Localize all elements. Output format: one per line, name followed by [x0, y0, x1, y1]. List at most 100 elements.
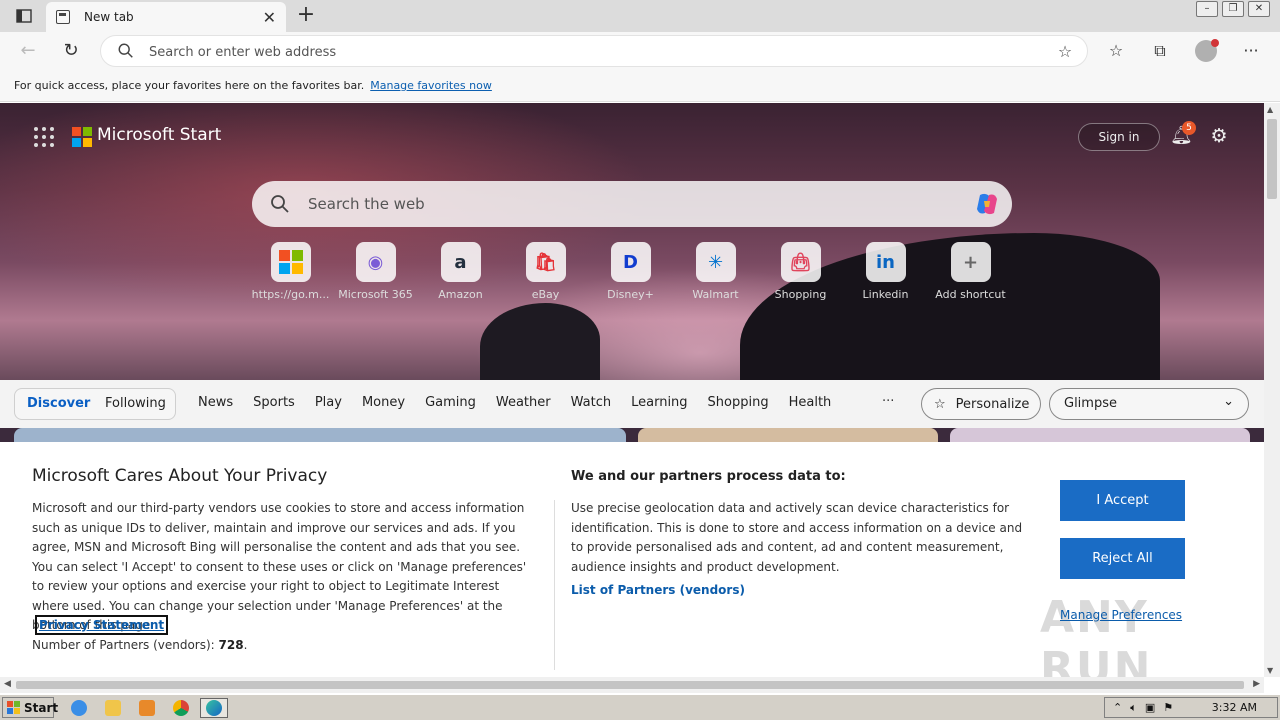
scroll-down-arrow-icon[interactable]: ▼ [1267, 666, 1273, 675]
layout-select[interactable]: Glimpse ⌄ [1049, 388, 1249, 420]
shortcut-label: Add shortcut [935, 288, 1006, 301]
partners-list-link[interactable]: List of Partners (vendors) [571, 583, 745, 597]
shortcut-tile[interactable]: a Amazon [418, 242, 503, 312]
watermark: ANY RUN [1040, 592, 1153, 677]
sign-in-button[interactable]: Sign in [1078, 123, 1160, 151]
m365-icon: ◉ [355, 242, 396, 282]
shortcut-tile[interactable]: + Add shortcut [928, 242, 1013, 312]
edge-taskbar-button[interactable] [200, 698, 228, 718]
clock[interactable]: 3:32 AM [1212, 701, 1257, 714]
refresh-button[interactable]: ↻ [58, 38, 84, 64]
media-player-icon[interactable] [136, 698, 158, 718]
tab-actions-button[interactable] [8, 4, 40, 28]
horizontal-scrollbar[interactable]: ◀ ▶ [0, 677, 1264, 693]
privacy-statement-link[interactable]: Privacy Statement [35, 615, 169, 635]
volume-icon[interactable]: 🔈︎ [1130, 701, 1137, 715]
scrollbar-thumb[interactable] [1267, 119, 1277, 199]
shortcut-label: Walmart [692, 288, 739, 301]
address-bar[interactable]: ☆ [100, 35, 1088, 67]
collections-icon[interactable]: ⧉ [1147, 38, 1173, 64]
minimize-button[interactable]: – [1196, 1, 1218, 17]
manage-preferences-link[interactable]: Manage Preferences [1060, 608, 1182, 622]
shortcut-label: Microsoft 365 [338, 288, 413, 301]
shortcut-tile[interactable]: D Disney+ [588, 242, 673, 312]
back-button[interactable]: ← [15, 38, 41, 64]
shortcut-label: Linkedin [862, 288, 909, 301]
category-tab[interactable]: Watch [571, 395, 611, 410]
tab-following[interactable]: Following [105, 396, 166, 411]
shortcut-tile[interactable]: https://go.m... [248, 242, 333, 312]
shopping-bag-icon: 👜︎ [780, 242, 821, 282]
vertical-scrollbar[interactable]: ▲ ▼ [1264, 103, 1280, 677]
start-button[interactable]: Start [2, 697, 58, 718]
more-categories-button[interactable]: ··· [882, 394, 894, 409]
partners-count-line: Number of Partners (vendors): 728. [32, 638, 247, 652]
scroll-left-arrow-icon[interactable]: ◀ [4, 679, 11, 689]
close-window-button[interactable]: ✕ [1248, 1, 1270, 17]
reject-all-button[interactable]: Reject All [1060, 538, 1185, 579]
shortcut-tile[interactable]: in Linkedin [843, 242, 928, 312]
layout-select-value: Glimpse [1064, 396, 1117, 411]
app-launcher-icon[interactable] [34, 127, 54, 147]
internet-explorer-icon[interactable] [68, 698, 90, 718]
web-search-input[interactable] [308, 193, 908, 215]
scroll-up-arrow-icon[interactable]: ▲ [1267, 105, 1273, 114]
category-tab[interactable]: Sports [253, 395, 295, 410]
purposes-title: We and our partners process data to: [571, 469, 846, 484]
category-tab[interactable]: Play [315, 395, 342, 410]
web-search-box[interactable] [252, 181, 1012, 227]
network-icon[interactable]: ▣ [1145, 701, 1155, 714]
shortcut-tile[interactable]: 👜︎ Shopping [758, 242, 843, 312]
category-tab[interactable]: Shopping [708, 395, 769, 410]
category-tab[interactable]: Weather [496, 395, 551, 410]
tab-actions-icon [16, 9, 32, 23]
favorites-hint: For quick access, place your favorites h… [14, 79, 365, 92]
walmart-icon: ✳ [695, 242, 736, 282]
shortcut-label: Shopping [774, 288, 827, 301]
add-favorite-icon[interactable]: ☆ [1055, 42, 1075, 62]
accept-button[interactable]: I Accept [1060, 480, 1185, 521]
shortcut-tile[interactable]: ✳ Walmart [673, 242, 758, 312]
feed-mode-switch: Discover Following [14, 388, 176, 420]
tab-strip: New tab ✕ + – ❐ ✕ [0, 0, 1280, 32]
taskbar: Start ⌃ 🔈︎ ▣ ⚑ 3:32 AM [0, 694, 1280, 720]
address-input[interactable] [149, 42, 1029, 62]
partners-count-value: 728 [218, 638, 244, 652]
file-explorer-icon[interactable] [102, 698, 124, 718]
category-tab[interactable]: Gaming [425, 395, 476, 410]
action-center-flag-icon[interactable]: ⚑ [1163, 701, 1173, 714]
navigation-bar: ← ↻ ☆ ☆ ⧉ ··· [0, 32, 1280, 70]
copilot-icon[interactable] [972, 189, 1002, 219]
shortcut-tile[interactable]: 🛍︎ eBay [503, 242, 588, 312]
profile-avatar[interactable] [1195, 39, 1219, 62]
new-tab-button[interactable]: + [294, 4, 318, 28]
search-icon [271, 195, 289, 213]
brand-title[interactable]: Microsoft Start [97, 125, 221, 145]
personalize-button[interactable]: ☆ Personalize [921, 388, 1041, 420]
page-settings-gear-icon[interactable]: ⚙ [1208, 125, 1230, 147]
scroll-right-arrow-icon[interactable]: ▶ [1253, 679, 1260, 689]
tab-discover[interactable]: Discover [27, 396, 90, 411]
tab-new-tab[interactable]: New tab ✕ [46, 2, 286, 32]
tray-expand-icon[interactable]: ⌃ [1113, 701, 1122, 714]
star-edit-icon: ☆ [934, 396, 946, 412]
favorites-icon[interactable]: ☆ [1103, 38, 1129, 64]
manage-favorites-link[interactable]: Manage favorites now [370, 79, 492, 92]
new-tab-page-icon [56, 10, 70, 24]
category-tab[interactable]: Money [362, 395, 405, 410]
settings-more-icon[interactable]: ··· [1238, 38, 1264, 64]
microsoft-logo-icon [270, 242, 311, 282]
shortcut-tile[interactable]: ◉ Microsoft 365 [333, 242, 418, 312]
category-tab[interactable]: Learning [631, 395, 687, 410]
close-tab-icon[interactable]: ✕ [263, 8, 276, 27]
notification-count-badge: 5 [1182, 121, 1196, 135]
category-tab[interactable]: News [198, 395, 233, 410]
chrome-icon[interactable] [170, 698, 192, 718]
plus-icon: + [950, 242, 991, 282]
restore-button[interactable]: ❐ [1222, 1, 1244, 17]
scrollbar-thumb[interactable] [16, 681, 1244, 689]
category-tab[interactable]: Health [789, 395, 832, 410]
privacy-consent-banner: Microsoft Cares About Your Privacy Micro… [0, 442, 1264, 677]
partners-count-suffix: . [243, 638, 248, 652]
favorites-bar: For quick access, place your favorites h… [0, 70, 1280, 102]
